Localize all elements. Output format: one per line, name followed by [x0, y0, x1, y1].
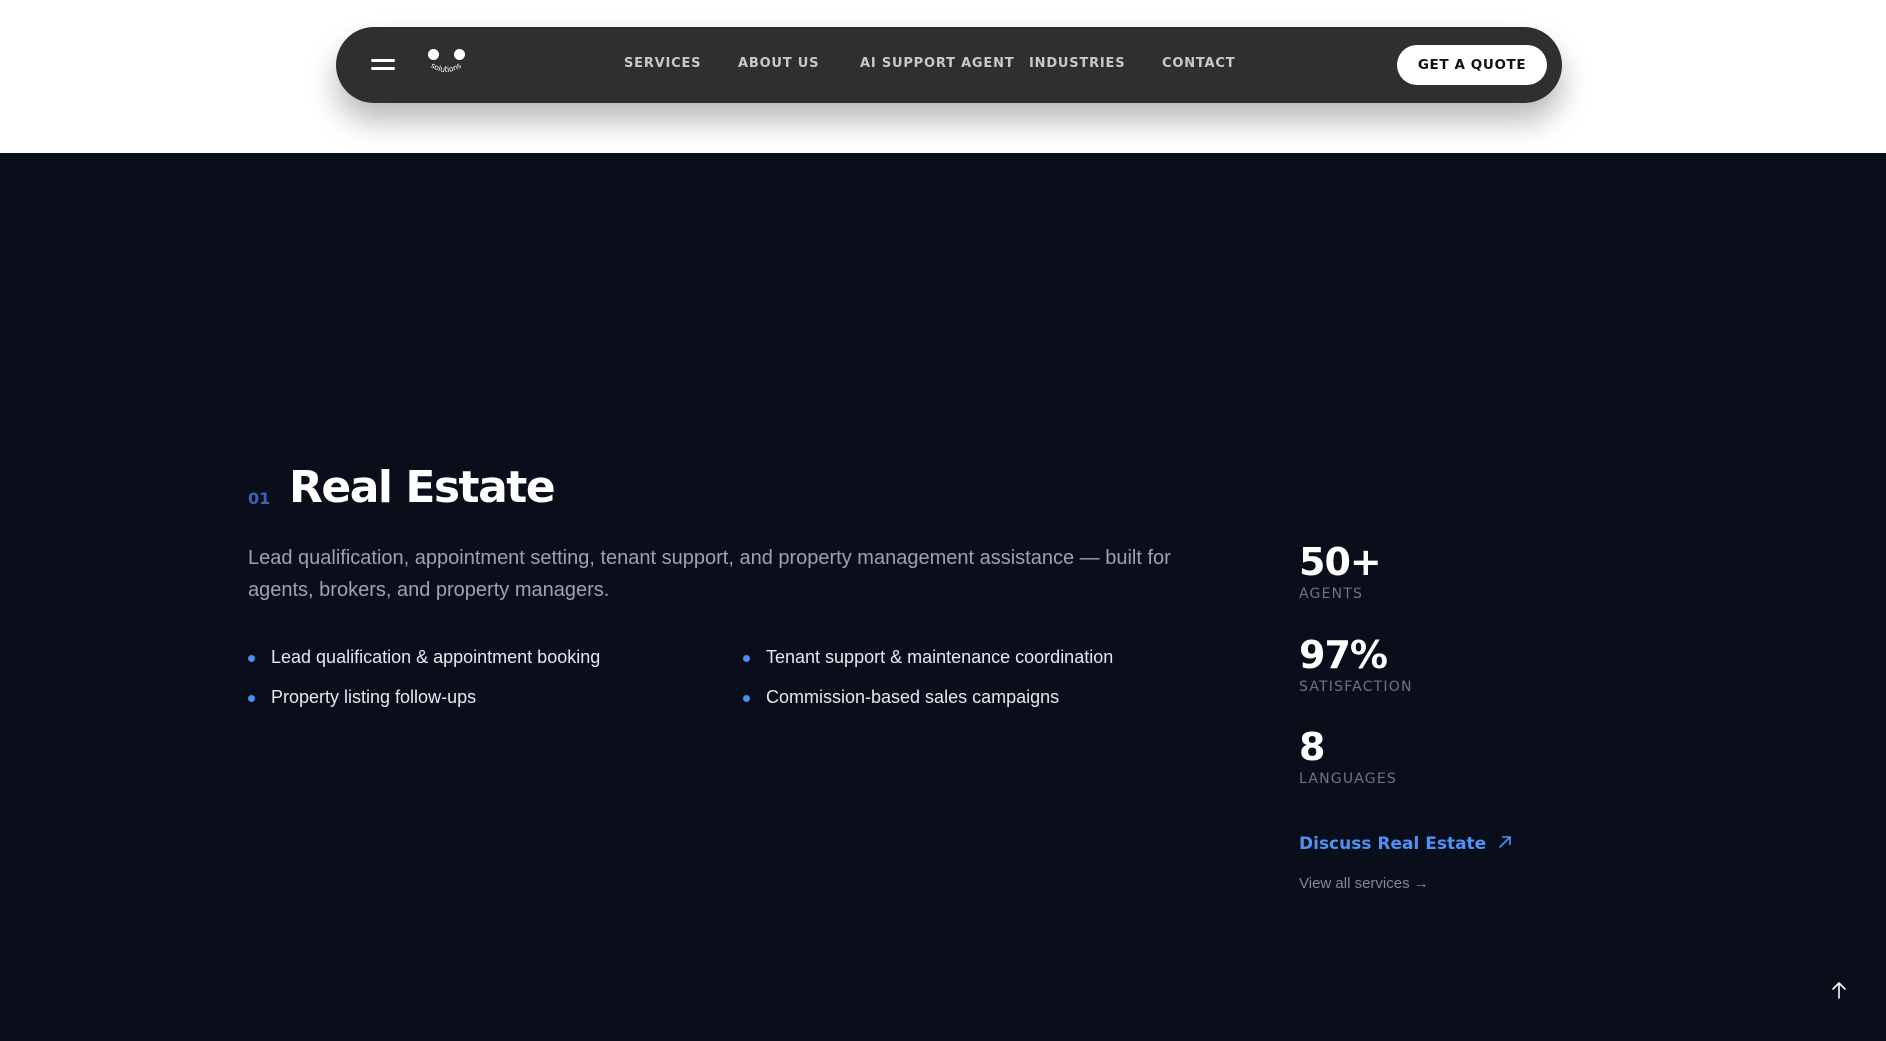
- get-a-quote-button[interactable]: GET A QUOTE: [1397, 45, 1547, 85]
- feature-item: Property listing follow-ups: [248, 687, 476, 708]
- bullet-dot-icon: [248, 655, 255, 662]
- feature-text: Tenant support & maintenance coordinatio…: [766, 647, 1114, 667]
- feature-text: Commission-based sales campaigns: [766, 687, 1060, 707]
- view-all-services-link[interactable]: View all services →: [1299, 875, 1429, 892]
- feature-item: Commission-based sales campaigns: [743, 687, 1059, 708]
- nav-link-services[interactable]: SERVICES: [624, 56, 701, 71]
- bullet-dot-icon: [743, 695, 750, 702]
- section-index: 01: [248, 489, 271, 508]
- page: solutions SERVICES ABOUT US AI SUPPORT A…: [0, 0, 1886, 1041]
- arrow-up-right-icon: [1498, 834, 1512, 854]
- bullet-dot-icon: [743, 655, 750, 662]
- header-band: solutions SERVICES ABOUT US AI SUPPORT A…: [0, 0, 1886, 153]
- stat-agents: 50+ AGENTS: [1299, 540, 1382, 602]
- feature-text: Lead qualification & appointment booking: [271, 647, 601, 667]
- stat-satisfaction: 97% SATISFACTION: [1299, 633, 1413, 695]
- nav-link-industries[interactable]: INDUSTRIES: [1029, 56, 1125, 71]
- discuss-label: Discuss Real Estate: [1299, 834, 1487, 854]
- stat-label: LANGUAGES: [1299, 771, 1397, 787]
- section-title: Real Estate: [289, 462, 556, 513]
- nav-links: SERVICES ABOUT US AI SUPPORT AGENT INDUS…: [336, 27, 1562, 103]
- stat-label: SATISFACTION: [1299, 679, 1413, 695]
- discuss-real-estate-link[interactable]: Discuss Real Estate: [1299, 834, 1512, 854]
- stat-label: AGENTS: [1299, 586, 1364, 602]
- feature-text: Property listing follow-ups: [271, 687, 477, 707]
- stat-value: 50+: [1299, 540, 1382, 584]
- scroll-to-top-button[interactable]: [1819, 972, 1859, 1012]
- navbar: solutions SERVICES ABOUT US AI SUPPORT A…: [336, 27, 1562, 103]
- stat-value: 97%: [1299, 633, 1388, 677]
- nav-link-contact[interactable]: CONTACT: [1162, 56, 1235, 71]
- stat-languages: 8 LANGUAGES: [1299, 725, 1397, 787]
- feature-item: Lead qualification & appointment booking: [248, 647, 600, 668]
- feature-item: Tenant support & maintenance coordinatio…: [743, 647, 1113, 668]
- bullet-dot-icon: [248, 695, 255, 702]
- section-description: Lead qualification, appointment setting,…: [248, 547, 1171, 601]
- nav-link-ai-support-agent[interactable]: AI SUPPORT AGENT: [860, 56, 1014, 71]
- arrow-up-icon: [1831, 981, 1847, 1004]
- nav-link-about-us[interactable]: ABOUT US: [738, 56, 819, 71]
- stat-value: 8: [1299, 725, 1325, 769]
